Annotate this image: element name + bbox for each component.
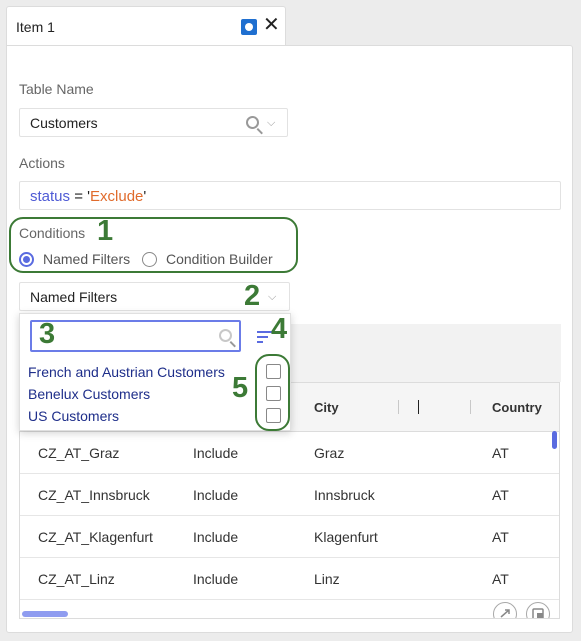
radio-named-filters[interactable]	[19, 252, 34, 267]
window-icon[interactable]	[526, 602, 550, 618]
table-row[interactable]: CZ_AT_Graz Include Graz AT	[20, 432, 559, 474]
cell-city: Klagenfurt	[314, 529, 378, 545]
table-row[interactable]: CZ_AT_Linz Include Linz AT	[20, 558, 559, 600]
close-icon[interactable]: ✕	[263, 15, 280, 35]
list-item[interactable]: French and Austrian Customers	[28, 364, 225, 380]
dropdown-search-input[interactable]	[36, 327, 206, 343]
named-filters-dropdown: 3 French and Austrian Customers Benelux …	[19, 313, 291, 431]
radio-condition-builder[interactable]	[142, 252, 157, 267]
cell-name: CZ_AT_Klagenfurt	[38, 529, 153, 545]
cell-country: AT	[492, 445, 509, 461]
expression-operator: =	[70, 188, 88, 205]
grid-toolbar	[289, 324, 561, 382]
cell-status: Include	[193, 529, 239, 545]
table-name-select[interactable]: Customers ⌵	[19, 108, 288, 137]
cell-name: CZ_AT_Innsbruck	[38, 487, 150, 503]
search-icon	[219, 329, 232, 342]
vertical-scrollbar[interactable]	[552, 431, 557, 449]
column-separator[interactable]	[418, 400, 419, 414]
tab-title: Item 1	[16, 19, 55, 35]
actions-expression: status = 'Exclude'	[30, 188, 146, 205]
dropdown-search-field[interactable]	[30, 320, 241, 352]
cell-status: Include	[193, 445, 239, 461]
annotation-box-5	[255, 354, 290, 431]
column-separator[interactable]	[470, 400, 471, 414]
table-name-label: Table Name	[19, 81, 94, 97]
cell-city: Innsbruck	[314, 487, 375, 503]
column-header-country[interactable]: Country	[492, 400, 542, 415]
named-filters-select-value: Named Filters	[30, 289, 118, 305]
cell-city: Linz	[314, 571, 340, 587]
cell-status: Include	[193, 571, 239, 587]
cell-name: CZ_AT_Graz	[38, 445, 120, 461]
cell-name: CZ_AT_Linz	[38, 571, 115, 587]
radio-condition-builder-label[interactable]: Condition Builder	[166, 251, 273, 267]
annotation-1: 1	[97, 215, 114, 247]
cell-status: Include	[193, 487, 239, 503]
column-header-city[interactable]: City	[314, 400, 339, 415]
actions-label: Actions	[19, 155, 65, 171]
expression-value: Exclude	[90, 188, 144, 205]
cell-country: AT	[492, 487, 509, 503]
table-row[interactable]: CZ_AT_Innsbruck Include Innsbruck AT	[20, 474, 559, 516]
tab-item-1[interactable]: Item 1 ✕	[6, 6, 286, 46]
list-item[interactable]: US Customers	[28, 408, 119, 424]
horizontal-scrollbar[interactable]	[22, 611, 68, 617]
chevron-down-icon[interactable]: ⌵	[267, 117, 275, 130]
expand-icon[interactable]	[493, 602, 517, 618]
radio-named-filters-label[interactable]: Named Filters	[43, 251, 130, 267]
expression-quote-close: '	[143, 188, 147, 205]
cell-country: AT	[492, 571, 509, 587]
pin-icon[interactable]	[241, 19, 257, 35]
cell-country: AT	[492, 529, 509, 545]
annotation-4: 4	[271, 313, 288, 345]
table-row[interactable]: CZ_AT_Klagenfurt Include Klagenfurt AT	[20, 516, 559, 558]
table-name-value: Customers	[30, 115, 98, 131]
column-separator[interactable]	[398, 400, 399, 414]
chevron-down-icon[interactable]: ⌵	[268, 291, 276, 304]
annotation-3: 3	[39, 318, 56, 350]
cell-city: Graz	[314, 445, 345, 461]
annotation-5: 5	[232, 372, 249, 404]
conditions-label: Conditions	[19, 225, 86, 241]
expression-field: status	[30, 188, 71, 205]
search-icon[interactable]	[246, 116, 259, 129]
actions-expression-field[interactable]: status = 'Exclude'	[19, 181, 561, 210]
list-item[interactable]: Benelux Customers	[28, 386, 150, 402]
annotation-2: 2	[244, 280, 261, 312]
